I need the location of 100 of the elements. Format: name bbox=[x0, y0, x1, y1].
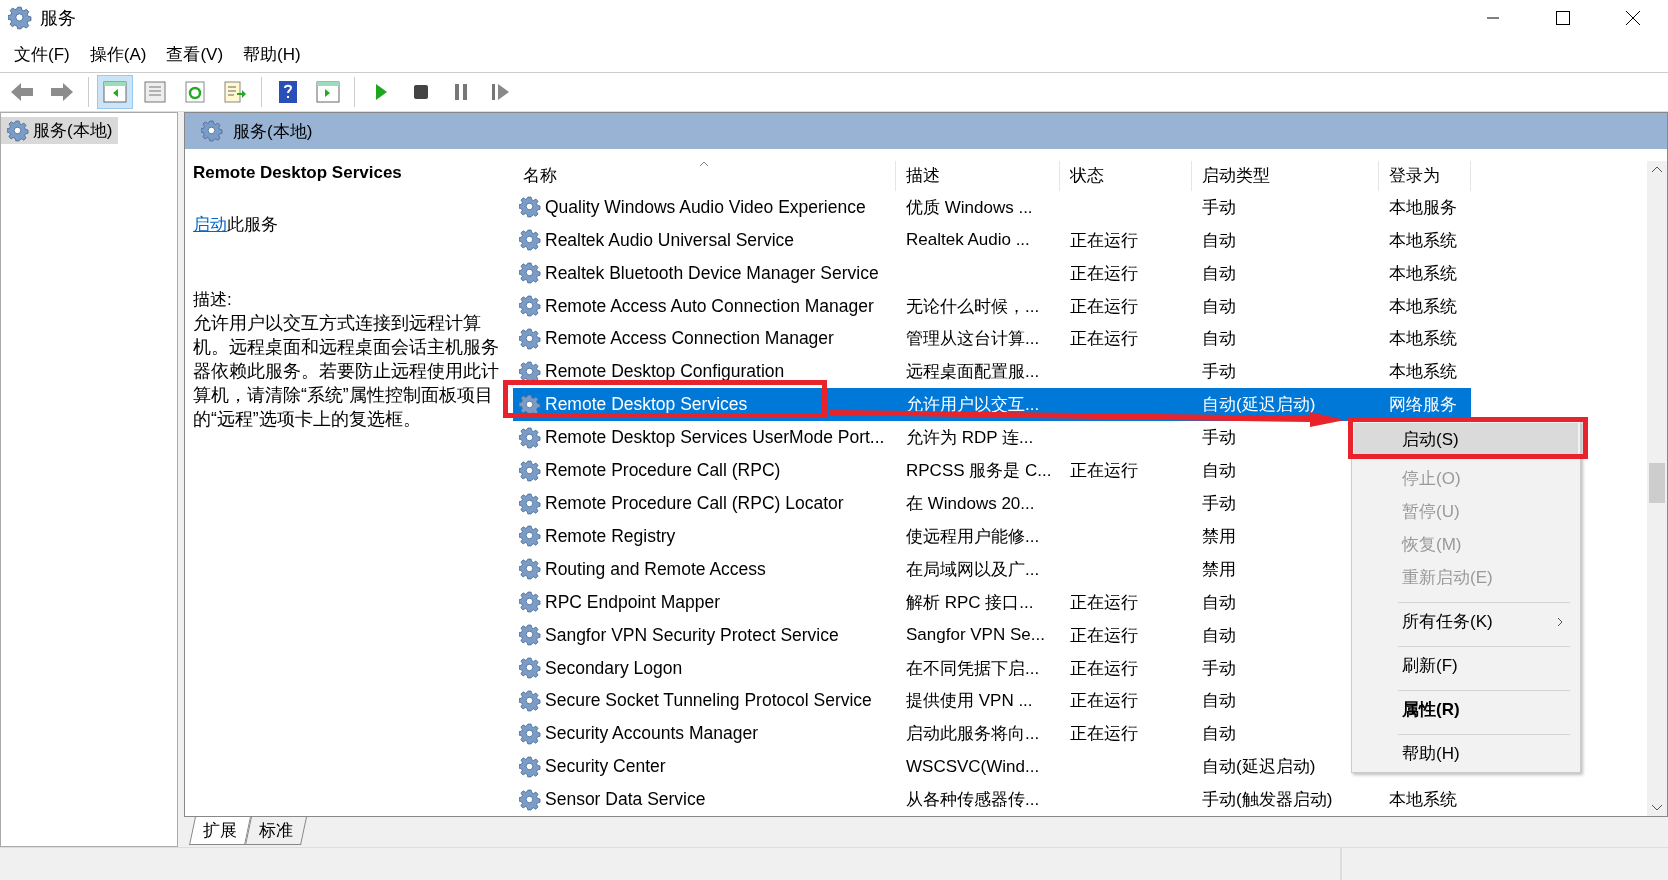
service-gear-icon bbox=[519, 657, 541, 680]
startup-type-cell-text: 自动 bbox=[1201, 591, 1237, 614]
forward-arrow-icon[interactable] bbox=[49, 81, 75, 103]
service-name: Remote Access Auto Connection Manager bbox=[545, 295, 874, 317]
service-gear-icon bbox=[519, 360, 541, 383]
description-cell-text: 管理从这台计算... bbox=[905, 328, 1041, 351]
tree-item[interactable]: 服务(本地) bbox=[1, 117, 119, 144]
sort-caret-icon bbox=[699, 161, 709, 167]
column-header[interactable]: 名称 bbox=[513, 161, 896, 191]
status-cell-text: 正在运行 bbox=[1069, 624, 1139, 647]
service-gear-icon bbox=[519, 755, 541, 778]
service-name: RPC Endpoint Mapper bbox=[545, 591, 721, 613]
service-name: Remote Desktop Services bbox=[545, 394, 748, 416]
startup-type-cell-text: 禁用 bbox=[1201, 558, 1237, 581]
startup-type-cell-text: 手动 bbox=[1201, 427, 1237, 450]
service-name: Realtek Bluetooth Device Manager Service bbox=[545, 262, 879, 284]
description-cell-text: 远程桌面配置服... bbox=[905, 361, 1041, 384]
logon-cell-text: 本地系统 bbox=[1388, 789, 1458, 812]
service-title: Remote Desktop Services bbox=[193, 163, 403, 183]
logon-cell-text: 本地系统 bbox=[1388, 295, 1458, 318]
service-name: Security Accounts Manager bbox=[545, 723, 759, 745]
service-gear-icon bbox=[519, 689, 541, 712]
startup-type-cell-text: 自动 bbox=[1201, 262, 1237, 285]
description-label: 描述: bbox=[193, 289, 233, 311]
view-tab[interactable]: 标准 bbox=[245, 817, 307, 845]
scroll-down-icon[interactable] bbox=[1651, 804, 1663, 812]
maximize-icon[interactable] bbox=[1556, 11, 1570, 25]
description-cell-text: 从各种传感器传... bbox=[905, 789, 1041, 812]
description-cell-text: 允许为 RDP 连... bbox=[905, 427, 1035, 450]
service-name: Sangfor VPN Security Protect Service bbox=[545, 624, 839, 646]
service-gear-icon bbox=[519, 426, 541, 449]
column-header[interactable]: 描述 bbox=[896, 161, 1060, 191]
column-header[interactable]: 状态 bbox=[1060, 161, 1192, 191]
view-tab[interactable]: 扩展 bbox=[189, 817, 251, 845]
properties-icon[interactable] bbox=[144, 81, 166, 103]
status-cell-text: 正在运行 bbox=[1069, 591, 1139, 614]
refresh-icon[interactable] bbox=[184, 81, 206, 103]
menu-item[interactable]: 文件(F) bbox=[4, 38, 80, 70]
logon-cell-text: 本地系统 bbox=[1388, 328, 1458, 351]
console-tree-icon[interactable] bbox=[103, 81, 127, 103]
description-cell-text: 优质 Windows ... bbox=[905, 196, 1034, 219]
status-cell-text: 正在运行 bbox=[1069, 460, 1139, 483]
scrollbar-thumb[interactable] bbox=[1649, 463, 1665, 503]
stop-icon[interactable] bbox=[413, 84, 429, 100]
startup-type-cell-text: 自动 bbox=[1201, 624, 1237, 647]
status-cell-text: 正在运行 bbox=[1069, 229, 1139, 252]
service-name: Remote Registry bbox=[545, 525, 676, 547]
pause-icon[interactable] bbox=[453, 83, 469, 101]
gear-icon bbox=[201, 120, 223, 142]
export-list-icon[interactable] bbox=[223, 81, 247, 103]
start-link[interactable]: 启动 bbox=[193, 213, 227, 236]
description-cell-text: Realtek Audio ... bbox=[905, 230, 1031, 251]
service-name: Remote Desktop Services UserMode Port... bbox=[545, 427, 885, 449]
scroll-up-icon[interactable] bbox=[1651, 165, 1663, 173]
logon-cell-text: 网络服务 bbox=[1388, 394, 1458, 417]
menu-option[interactable]: 启动(S) bbox=[1354, 423, 1578, 456]
service-name: Sensor Data Service bbox=[545, 789, 706, 811]
startup-type-cell-text: 自动 bbox=[1201, 460, 1237, 483]
column-header[interactable]: 登录为 bbox=[1379, 161, 1471, 191]
description-cell-text: Sangfor VPN Se... bbox=[905, 625, 1046, 646]
back-arrow-icon[interactable] bbox=[9, 81, 35, 103]
description-cell-text: RPCSS 服务是 C... bbox=[905, 460, 1053, 483]
description-cell-text: 允许用户以交互... bbox=[905, 394, 1041, 417]
column-header[interactable]: 启动类型 bbox=[1192, 161, 1379, 191]
gear-icon bbox=[7, 119, 29, 142]
service-gear-icon bbox=[519, 393, 541, 416]
startup-type-cell-text: 自动 bbox=[1201, 723, 1237, 746]
logon-cell-text: 本地系统 bbox=[1388, 229, 1458, 252]
service-gear-icon bbox=[519, 624, 541, 647]
submenu-chevron-icon bbox=[1556, 615, 1564, 628]
menu-item[interactable]: 帮助(H) bbox=[233, 38, 311, 70]
service-gear-icon bbox=[519, 328, 541, 350]
service-name: Security Center bbox=[545, 756, 666, 778]
close-icon[interactable] bbox=[1625, 10, 1641, 26]
service-name: Remote Desktop Configuration bbox=[545, 361, 785, 383]
action-pane-icon[interactable] bbox=[316, 81, 340, 103]
resume-icon[interactable] bbox=[491, 83, 511, 101]
action-text: 此服务 bbox=[227, 214, 278, 236]
service-name: Secondary Logon bbox=[545, 657, 683, 679]
app-gear-icon bbox=[8, 6, 32, 30]
help-icon[interactable] bbox=[277, 80, 299, 104]
play-icon[interactable] bbox=[373, 83, 389, 101]
service-gear-icon bbox=[519, 492, 541, 515]
status-cell-text: 正在运行 bbox=[1069, 295, 1139, 318]
description-cell-text: 在局域网以及广... bbox=[905, 558, 1041, 581]
scrollbar[interactable] bbox=[1647, 161, 1667, 816]
menu-item[interactable]: 操作(A) bbox=[79, 38, 157, 70]
startup-type-cell-text: 手动 bbox=[1201, 493, 1237, 515]
status-cell-text: 正在运行 bbox=[1069, 723, 1139, 746]
description-cell-text: 解析 RPC 接口... bbox=[905, 591, 1035, 614]
window-title: 服务 bbox=[40, 7, 76, 30]
service-gear-icon bbox=[519, 196, 541, 219]
service-name: Quality Windows Audio Video Experience bbox=[545, 196, 866, 218]
menu-item[interactable]: 查看(V) bbox=[156, 38, 234, 70]
startup-type-cell-text: 自动 bbox=[1201, 690, 1237, 713]
description-cell-text: 无论什么时候，... bbox=[905, 295, 1041, 318]
description-cell-text: 提供使用 VPN ... bbox=[905, 690, 1034, 713]
status-cell-text: 正在运行 bbox=[1069, 690, 1139, 713]
startup-type-cell-text: 手动 bbox=[1201, 361, 1237, 384]
logon-cell-text: 本地系统 bbox=[1388, 262, 1458, 285]
